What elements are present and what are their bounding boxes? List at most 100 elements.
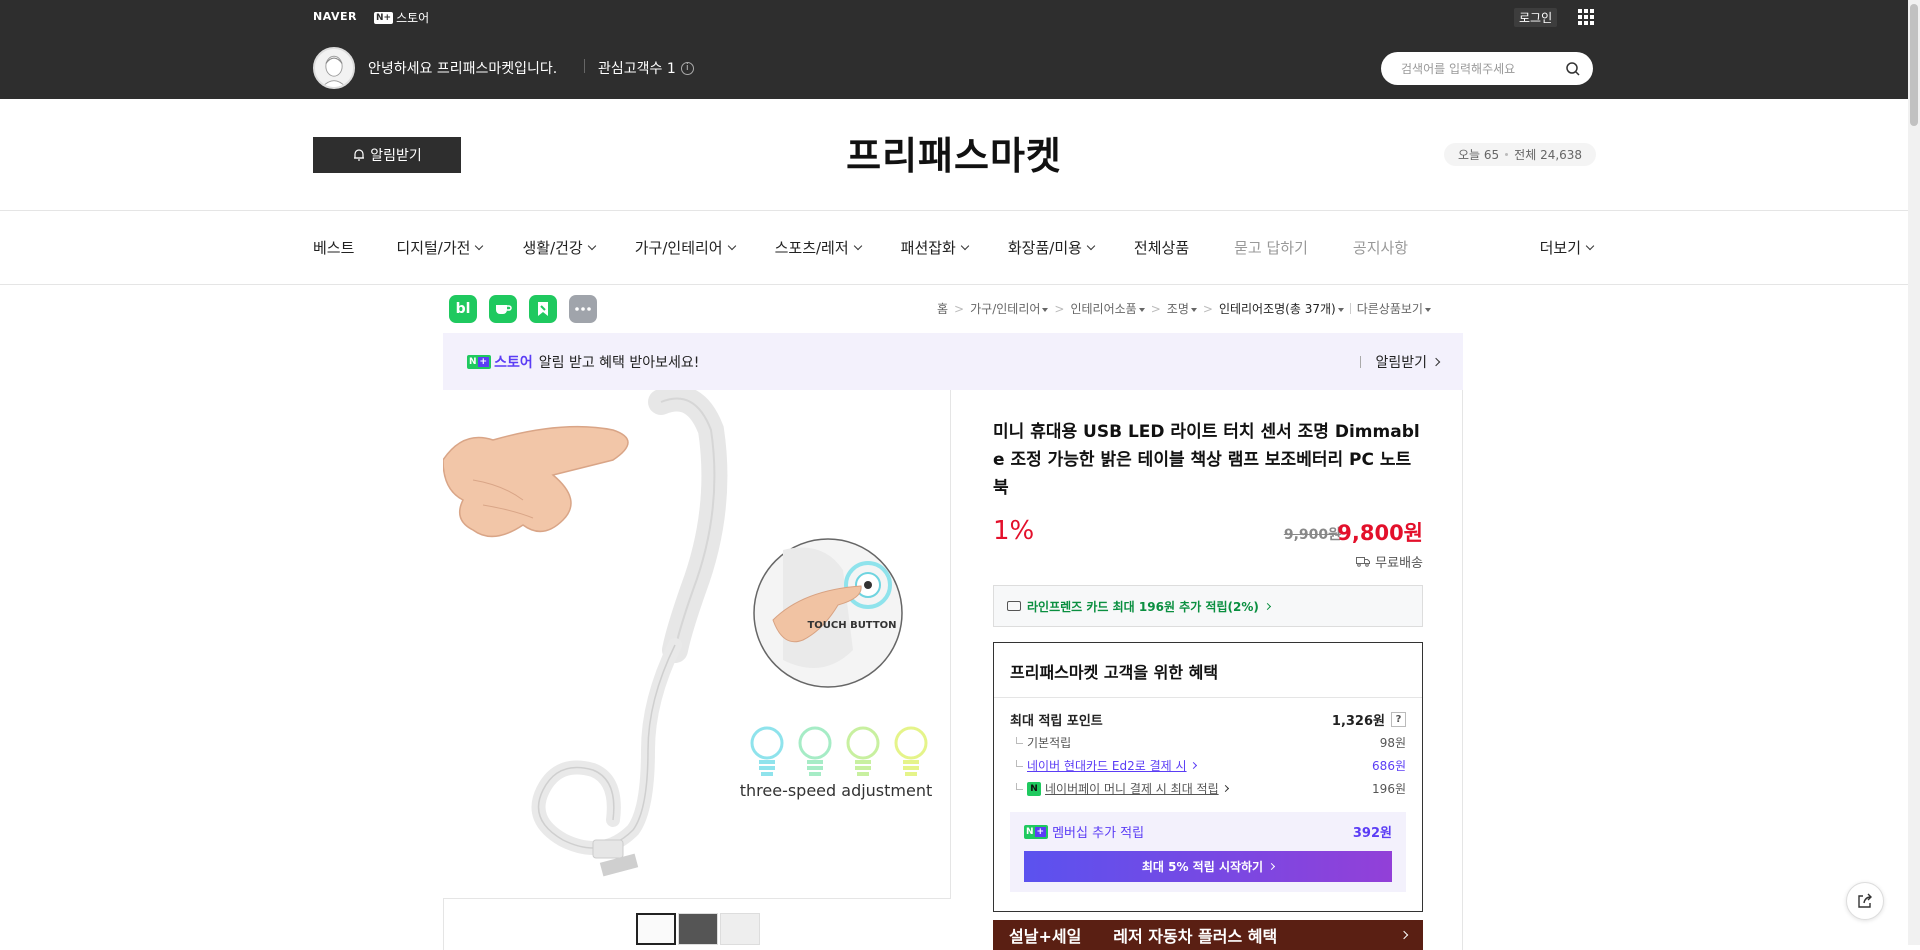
card-benefit-link[interactable]: 라인프렌즈 카드 최대 196원 추가 적립(2%) — [993, 585, 1423, 627]
credit-card-icon — [1007, 601, 1021, 611]
login-button[interactable]: 로그인 — [1514, 8, 1558, 27]
tree-branch-icon — [1016, 736, 1023, 744]
nav-label: 공지사항 — [1352, 239, 1409, 257]
floating-share-button[interactable] — [1846, 882, 1884, 920]
visitors-total: 전체 24,638 — [1514, 148, 1583, 162]
nav-more[interactable]: 더보기 — [1540, 237, 1595, 258]
breadcrumb-separator-icon: > — [1054, 301, 1065, 316]
naver-logo[interactable]: NAVER — [313, 10, 357, 23]
category-nav: 베스트 디지털/가전 생활/건강 가구/인테리어 스포츠/레저 패션잡화 화장품… — [313, 237, 1595, 258]
nav-all-products[interactable]: 전체상품 — [1134, 237, 1189, 258]
benefit-box: 프리패스마켓 고객을 위한 혜택 최대 적립 포인트 1,326원 ? 기본적립… — [993, 642, 1423, 912]
membership-start-button[interactable]: 최대 5% 적립 시작하기 — [1024, 851, 1392, 882]
chevron-down-icon — [960, 241, 970, 250]
global-header: NAVER N+ 스토어 로그인 안녕하세요 프리패스마켓입니다. 관심고객수 … — [0, 0, 1908, 99]
breadcrumb-label: 조명 — [1166, 302, 1189, 316]
nav-label: 가구/인테리어 — [634, 239, 723, 257]
membership-start-label: 최대 5% 적립 시작하기 — [1141, 860, 1264, 874]
info-icon[interactable]: i — [680, 61, 694, 75]
product-main-image[interactable]: TOUCH BUTTON three-speed adjustment — [443, 390, 951, 898]
caret-down-icon — [1337, 307, 1344, 312]
truck-icon — [1356, 557, 1371, 567]
product-photo: TOUCH BUTTON three-speed adjustment — [443, 390, 950, 898]
npay-value: 196원 — [1372, 782, 1406, 796]
search-input[interactable] — [1401, 61, 1565, 76]
tree-branch-icon — [1016, 759, 1023, 767]
page-scrollbar[interactable] — [1908, 0, 1920, 945]
nplus-badge: N+ — [374, 11, 394, 24]
apps-grid-icon[interactable] — [1578, 9, 1594, 25]
other-products-link[interactable]: 다른상품보기 — [1357, 300, 1431, 317]
nav-label: 묻고 답하기 — [1234, 239, 1308, 257]
breadcrumb-item[interactable]: 인테리어소품 — [1070, 300, 1145, 317]
chevron-right-icon — [1431, 357, 1441, 366]
npay-link[interactable]: 네이버페이 머니 결제 시 최대 적립 — [1045, 780, 1219, 797]
nav-beauty[interactable]: 화장품/미용 — [1008, 237, 1096, 258]
tree-branch-icon — [1016, 782, 1023, 790]
caret-down-icon — [1042, 307, 1049, 312]
hyundai-card-value: 686원 — [1372, 759, 1406, 773]
caret-down-icon — [1190, 307, 1197, 312]
breadcrumb-item[interactable]: 가구/인테리어 — [970, 300, 1049, 317]
caret-down-icon — [1138, 307, 1145, 312]
sale-price: 9,800원 — [1337, 521, 1423, 545]
thumbnail-item[interactable] — [678, 913, 718, 945]
nav-label: 패션잡화 — [900, 239, 956, 257]
cafe-share-icon[interactable] — [489, 295, 517, 323]
share-buttons: bl — [449, 295, 597, 323]
search-icon[interactable] — [1565, 61, 1581, 77]
blog-share-icon[interactable]: bl — [449, 295, 477, 323]
nav-label: 생활/건강 — [522, 239, 583, 257]
avatar-face-icon — [315, 49, 353, 87]
nav-best[interactable]: 베스트 — [313, 237, 354, 258]
breadcrumb-label: 인테리어소품 — [1070, 302, 1137, 316]
chevron-down-icon — [475, 241, 484, 250]
nplus-store-logo: N + 스토어 — [467, 352, 533, 372]
ad-left-text: 설날+세일 — [1009, 927, 1082, 946]
nav-furniture[interactable]: 가구/인테리어 — [634, 237, 736, 258]
breadcrumb-item[interactable]: 조명 — [1167, 300, 1197, 317]
nplus-store-text: 스토어 — [494, 354, 533, 371]
nplus-store-label: 스토어 — [396, 11, 430, 25]
search-box — [1381, 52, 1593, 85]
breadcrumb-label: 다른상품보기 — [1356, 302, 1423, 316]
nav-sports[interactable]: 스포츠/레저 — [775, 237, 862, 258]
nav-fashion[interactable]: 패션잡화 — [900, 237, 970, 258]
nplus-promo-banner[interactable]: N + 스토어 알림 받고 혜택 받아보세요! 알림받기 — [443, 333, 1463, 390]
nav-qna[interactable]: 묻고 답하기 — [1234, 237, 1308, 258]
basic-point-row: 기본적립 98원 — [1010, 731, 1406, 754]
more-share-icon[interactable] — [569, 295, 597, 323]
nav-notice[interactable]: 공지사항 — [1353, 237, 1408, 258]
breadcrumb-home[interactable]: 홈 — [937, 300, 948, 317]
promo-alarm-link[interactable]: 알림받기 — [1360, 352, 1441, 372]
divider — [443, 898, 951, 899]
band-share-icon[interactable] — [529, 295, 557, 323]
breadcrumb: 홈 > 가구/인테리어 > 인테리어소품 > 조명 > 인테리어조명(총 37개… — [937, 300, 1431, 317]
nav-digital[interactable]: 디지털/가전 — [396, 237, 484, 258]
divider — [994, 697, 1422, 698]
membership-label: 멤버십 추가 적립 — [1052, 826, 1145, 841]
help-icon[interactable]: ? — [1391, 712, 1406, 727]
visitor-count: 오늘 65 전체 24,638 — [1444, 143, 1597, 166]
breadcrumb-label: 가구/인테리어 — [970, 302, 1041, 316]
dot-separator — [1505, 153, 1509, 156]
ad-right-text: 레저 자동차 플러스 혜택 — [1113, 927, 1278, 946]
scrollbar-thumb[interactable] — [1910, 4, 1918, 126]
shipping-info: 무료배송 — [993, 552, 1423, 571]
event-ad-banner[interactable]: 설날+세일 레저 자동차 플러스 혜택 — [993, 920, 1423, 950]
nplus-store-link[interactable]: N+ 스토어 — [374, 9, 429, 26]
breadcrumb-current[interactable]: 인테리어조명(총 37개) — [1219, 300, 1344, 317]
nav-living[interactable]: 생활/건강 — [522, 237, 596, 258]
chevron-right-icon — [1189, 761, 1197, 770]
product-detail: 미니 휴대용 USB LED 라이트 터치 센서 조명 Dimmable 조정 … — [993, 418, 1423, 912]
thumbnail-item[interactable] — [636, 913, 676, 945]
membership-value: 392원 — [1352, 826, 1392, 841]
store-title[interactable]: 프리패스마켓 — [0, 125, 1908, 180]
store-avatar[interactable] — [313, 47, 355, 89]
npay-row: N 네이버페이 머니 결제 시 최대 적립 196원 — [1010, 777, 1406, 800]
hyundai-card-link[interactable]: 네이버 현대카드 Ed2로 결제 시 — [1027, 757, 1187, 774]
nav-label: 베스트 — [313, 239, 355, 257]
interest-customers: 관심고객수 1 i — [598, 58, 694, 78]
thumbnail-item[interactable] — [720, 913, 760, 945]
promo-message: 알림 받고 혜택 받아보세요! — [538, 354, 700, 371]
